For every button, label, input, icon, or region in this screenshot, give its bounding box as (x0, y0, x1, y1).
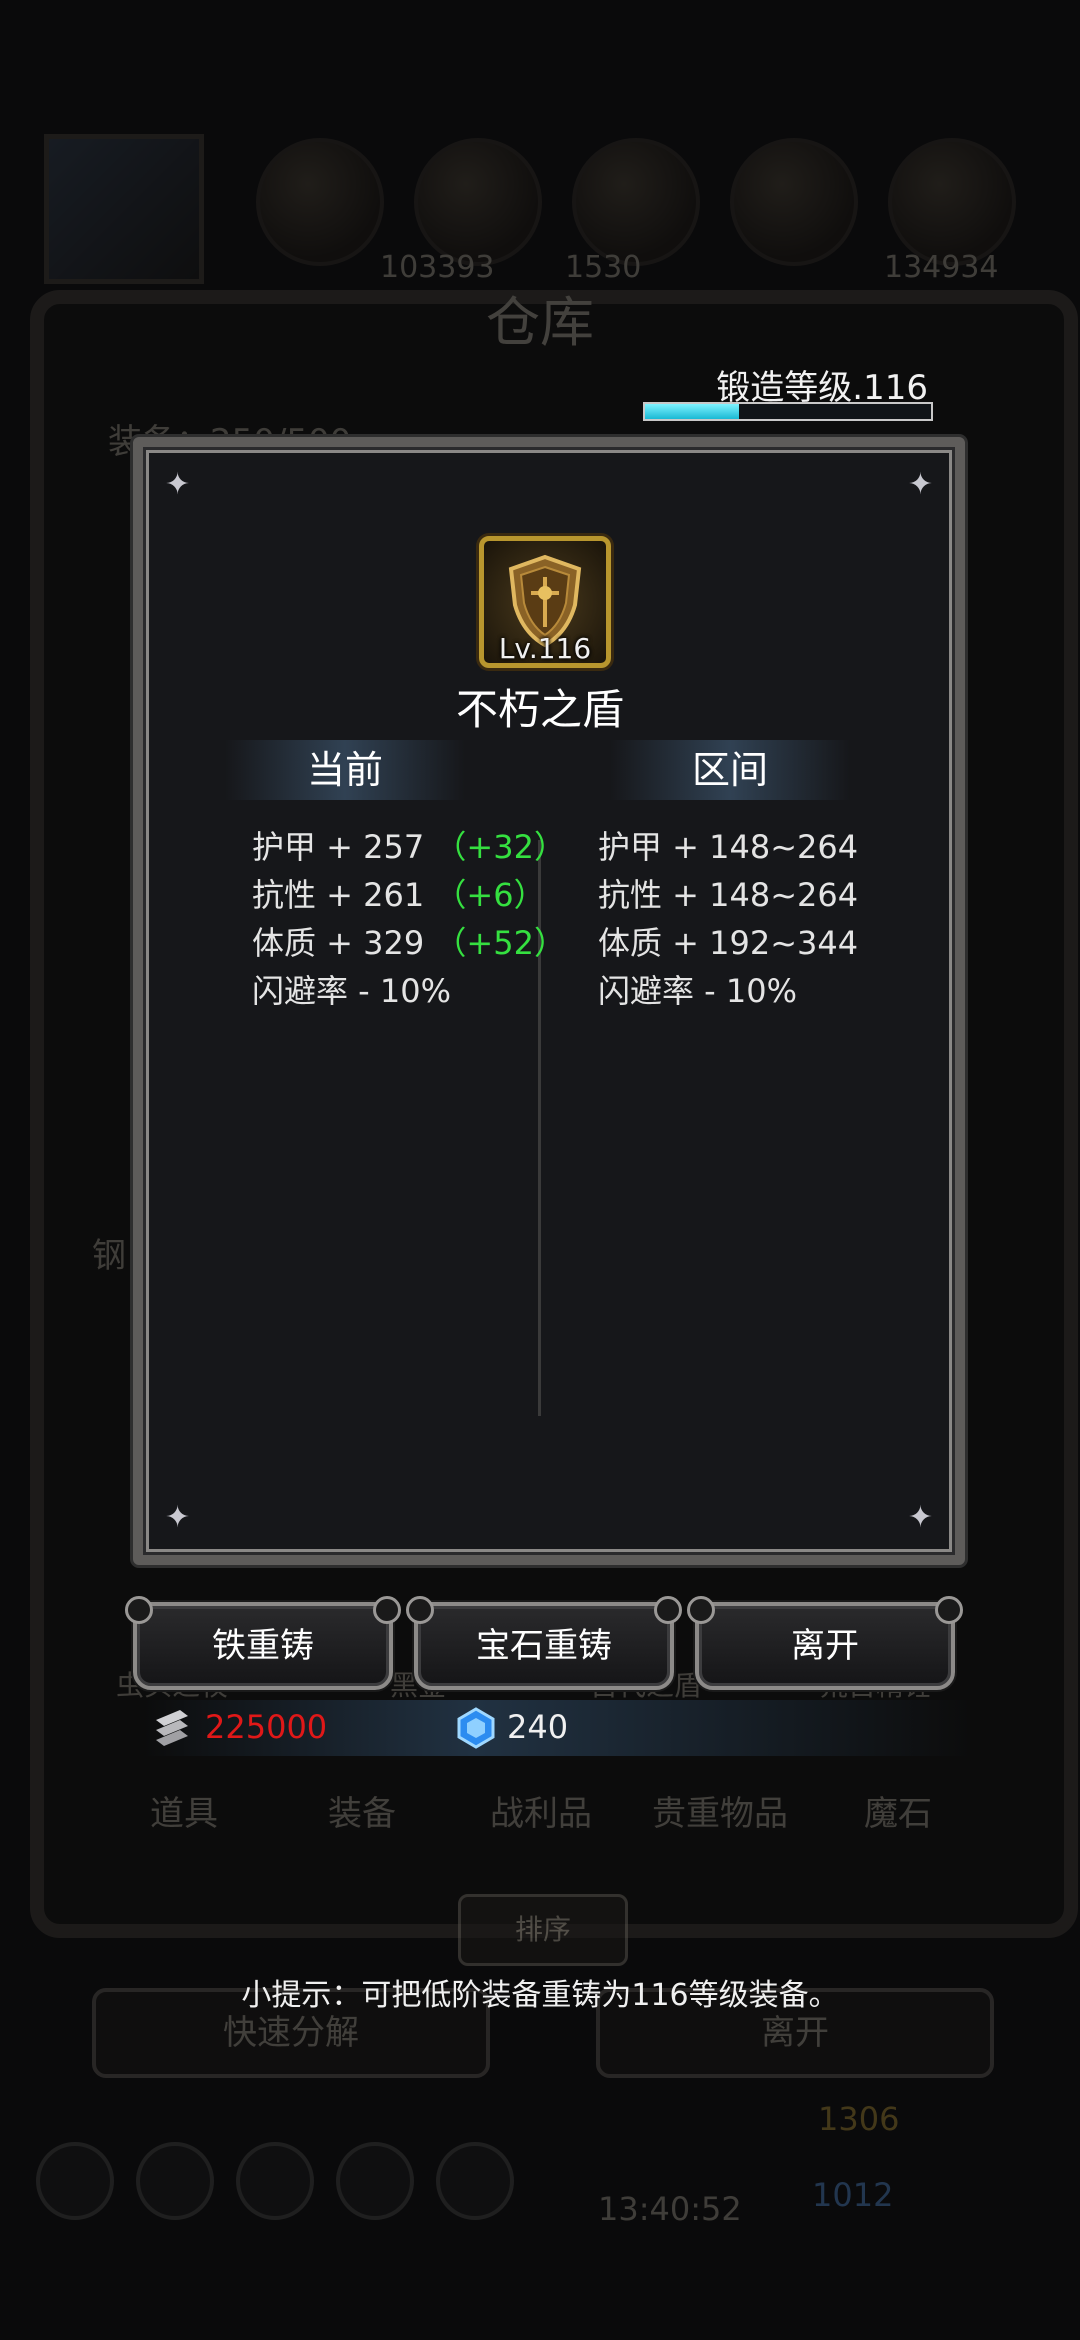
sparkle-icon: ✦ (165, 467, 191, 502)
top-slot-icon[interactable] (256, 138, 384, 266)
range-stat-constitution: 体质 + 192~344 (598, 924, 859, 962)
range-stat-resistance: 抗性 + 148~264 (598, 876, 859, 914)
menu-icon[interactable] (136, 2142, 214, 2220)
forge-progress-fill (645, 404, 740, 419)
current-stat-constitution: 体质 + 329 （+52） (252, 918, 566, 964)
current-column-header: 当前 (225, 740, 465, 800)
blue-gem-icon (457, 1707, 495, 1749)
stat-bonus: （+52） (434, 924, 566, 962)
gem-amount: 240 (507, 1708, 569, 1746)
tip-text: 小提示：可把低阶装备重铸为116等级装备。 (241, 1978, 839, 2013)
menu-icon[interactable] (336, 2142, 414, 2220)
iron-reforge-button[interactable]: 铁重铸 (125, 1596, 401, 1690)
current-stat-resistance: 抗性 + 261 （+6） (252, 870, 546, 916)
avatar[interactable] (44, 134, 204, 284)
item-level: Lv.116 (498, 632, 592, 665)
forge-progress-bar (643, 402, 933, 421)
sparkle-icon: ✦ (165, 1500, 191, 1535)
top-slot-icon[interactable] (414, 138, 542, 266)
top-slot-icon[interactable] (572, 138, 700, 266)
tab-magic-stones[interactable]: 魔石 (864, 1786, 932, 1835)
tab-valuables[interactable]: 贵重物品 (652, 1786, 788, 1835)
gem-reforge-button[interactable]: 宝石重铸 (406, 1596, 682, 1690)
menu-icon[interactable] (436, 2142, 514, 2220)
silver-amount: 225000 (205, 1708, 328, 1746)
stat-text: 抗性 + 261 (252, 876, 425, 914)
stat-bonus: （+6） (434, 876, 546, 914)
gem-count: 1012 (812, 2176, 894, 2214)
tab-loot[interactable]: 战利品 (490, 1786, 592, 1835)
current-stat-dodge: 闪避率 - 10% (252, 966, 451, 1012)
tab-items[interactable]: 道具 (150, 1786, 218, 1835)
top-slot-icon[interactable] (730, 138, 858, 266)
menu-icon[interactable] (236, 2142, 314, 2220)
silver-ingot-icon (156, 1710, 188, 1746)
range-column-header: 区间 (610, 740, 850, 800)
range-stat-armor: 护甲 + 148~264 (598, 828, 859, 866)
tab-equipment[interactable]: 装备 (328, 1786, 396, 1835)
top-slot-icon[interactable] (888, 138, 1016, 266)
sparkle-icon: ✦ (907, 1500, 933, 1535)
range-stat-dodge: 闪避率 - 10% (598, 972, 798, 1010)
item-name: 不朽之盾 (455, 685, 624, 734)
stat-text: 闪避率 - 10% (252, 972, 452, 1010)
gold-count: 1306 (818, 2100, 900, 2138)
timer: 13:40:52 (598, 2190, 742, 2228)
menu-icon[interactable] (36, 2142, 114, 2220)
stat-text: 体质 + 329 (252, 924, 425, 962)
clipped-label: 钢 (92, 1236, 126, 1276)
warehouse-title: 仓库 (486, 291, 594, 354)
sort-button[interactable]: 排序 (458, 1894, 628, 1966)
sparkle-icon: ✦ (907, 467, 933, 502)
stat-text: 护甲 + 257 (252, 828, 425, 866)
leave-button[interactable]: 离开 (687, 1596, 963, 1690)
current-stat-armor: 护甲 + 257 （+32） (252, 822, 566, 868)
stat-bonus: （+32） (434, 828, 566, 866)
